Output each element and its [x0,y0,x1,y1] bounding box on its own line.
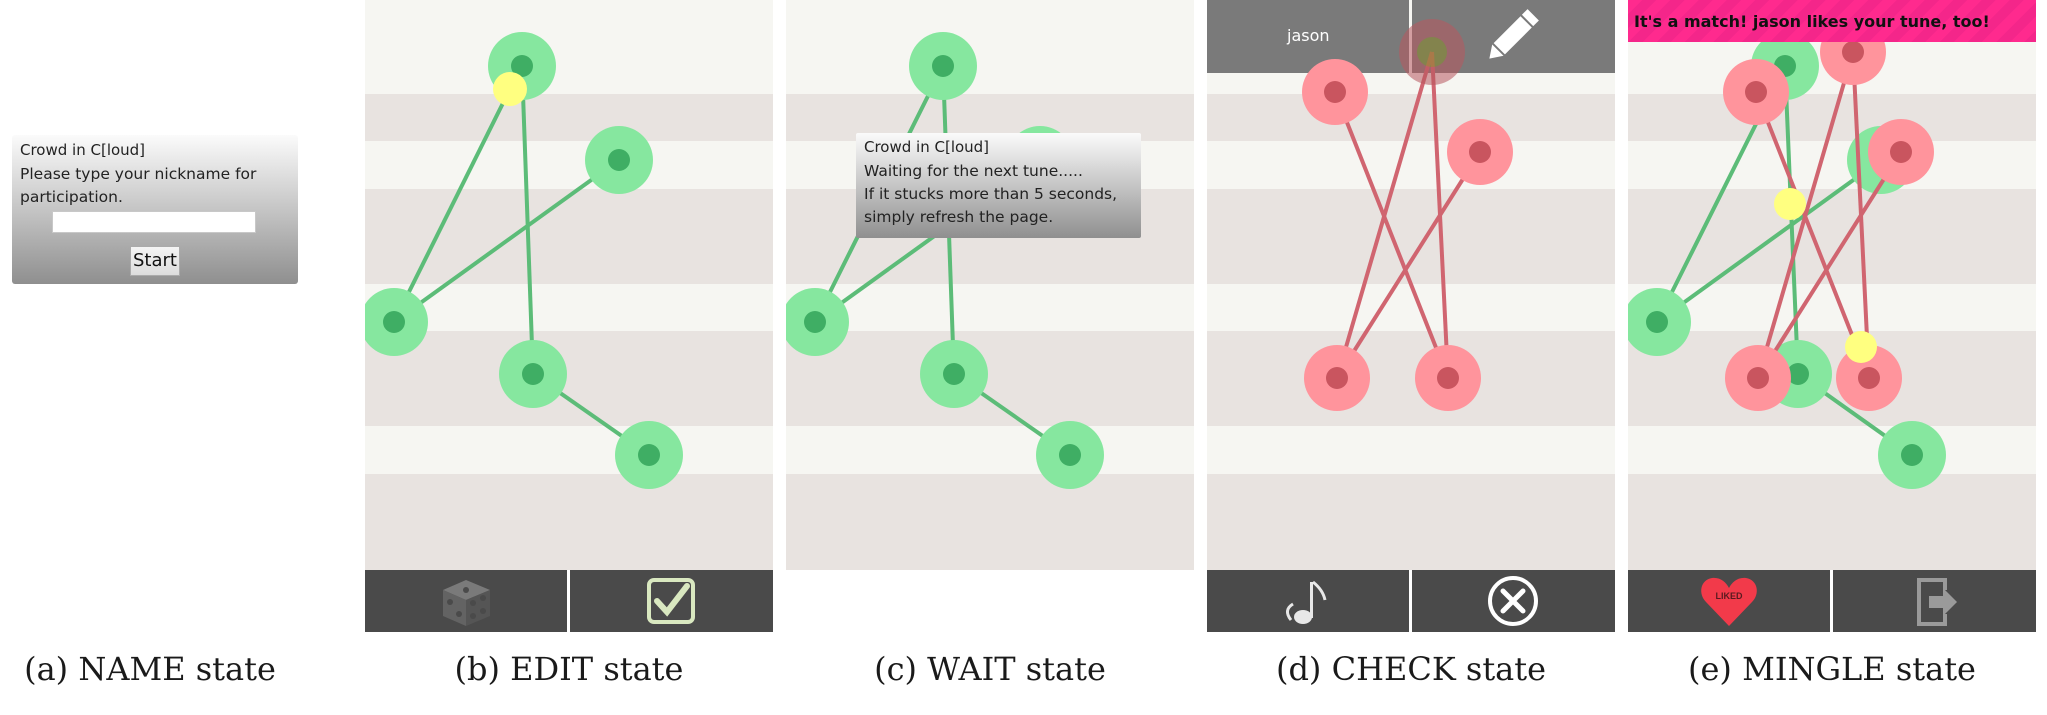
red-note-node [1304,345,1370,411]
dialog-title: Crowd in C[loud] [20,141,146,159]
green-note-node[interactable] [615,421,683,489]
wait-canvas [786,0,1194,570]
mingle-canvas [1628,0,2036,570]
dismiss-button[interactable] [1412,570,1615,632]
green-note-node [1036,421,1104,489]
caption-check-state: (d) CHECK state [1275,650,1547,688]
dialog-message-line-2: participation. [20,188,123,206]
dialog-title: Crowd in C[loud] [864,138,990,156]
match-banner: It's a match! jason likes your tune, too… [1628,0,2036,42]
dialog-message-line-1: Waiting for the next tune..... [864,162,1083,180]
music-note-icon [1286,580,1327,624]
staff-stripes [365,0,773,570]
check-state-panel: jason [1207,0,1615,632]
red-note-node [1399,19,1465,85]
green-note-node [920,340,988,408]
heart-liked-icon: LIKED [1701,577,1757,626]
red-note-node [1302,59,1368,125]
playhead-cursor [493,72,527,106]
name-state-panel: Crowd in C[loud] Please type your nickna… [0,0,360,640]
start-button[interactable]: Start [130,246,180,276]
caption-wait-state: (c) WAIT state [874,650,1106,688]
checkbox-icon [647,578,695,624]
dialog-message-line-2: If it stucks more than 5 seconds, [864,185,1118,203]
other-tune-layer [1302,19,1513,411]
my-playhead-cursor [1774,188,1806,220]
red-note-node [1725,345,1791,411]
green-note-node[interactable] [499,340,567,408]
staff-stripes [786,0,1194,570]
edit-canvas[interactable] [365,0,773,632]
mingle-state-panel: It's a match! jason likes your tune, too… [1628,0,2036,632]
dice-icon [443,580,490,626]
green-note-node [1878,421,1946,489]
red-note-node [1415,345,1481,411]
submit-button[interactable] [570,570,773,632]
their-playhead-cursor [1845,331,1877,363]
caption-mingle-state: (e) MINGLE state [1688,650,1976,688]
close-circle-icon [1488,576,1538,626]
caption-edit-state: (b) EDIT state [454,650,684,688]
random-button[interactable] [365,570,567,632]
green-note-node[interactable] [585,126,653,194]
nickname-dialog: Crowd in C[loud] Please type your nickna… [12,135,298,284]
red-note-node [1723,59,1789,125]
exit-icon [1917,578,1957,626]
edit-state-panel [365,0,773,632]
listen-button[interactable] [1207,570,1409,632]
red-note-node [1447,119,1513,185]
dialog-message-line-1: Please type your nickname for [20,165,257,183]
dialog-message-line-3: simply refresh the page. [864,208,1054,226]
green-note-node [909,32,977,100]
exit-button[interactable] [1833,570,2036,632]
caption-name-state: (a) NAME state [24,650,276,688]
wait-dialog: Crowd in C[loud] Waiting for the next tu… [856,133,1141,238]
like-button[interactable]: LIKED [1628,570,1830,632]
nickname-input[interactable] [52,211,256,233]
red-note-node [1868,119,1934,185]
liked-label: LIKED [1716,591,1744,601]
wait-state-panel: Crowd in C[loud] Waiting for the next tu… [786,0,1194,570]
